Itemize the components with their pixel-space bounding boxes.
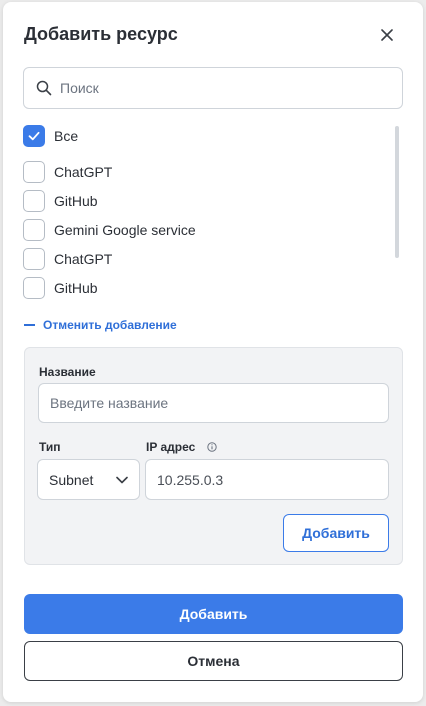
submit-button[interactable]: Добавить	[24, 594, 403, 634]
list-scrollbar[interactable]	[395, 126, 399, 258]
info-icon[interactable]	[206, 442, 217, 452]
search-field[interactable]	[23, 67, 403, 109]
cancel-button[interactable]: Отмена	[24, 641, 403, 681]
type-select[interactable]: Subnet	[37, 459, 140, 500]
dialog-title: Добавить ресурс	[24, 24, 178, 44]
cancel-add-label: Отменить добавление	[43, 318, 177, 332]
form-add-button[interactable]: Добавить	[283, 514, 389, 552]
ip-input[interactable]	[157, 471, 388, 488]
checkbox[interactable]	[23, 190, 45, 212]
checkbox[interactable]	[23, 219, 45, 241]
name-field[interactable]	[38, 383, 389, 423]
chevron-down-icon	[116, 476, 128, 483]
cancel-add-link[interactable]: Отменить добавление	[24, 318, 177, 332]
close-icon	[381, 29, 393, 41]
resource-item-label: GitHub	[54, 280, 98, 296]
resource-item-label: ChatGPT	[54, 164, 113, 180]
resource-item[interactable]: ChatGPT	[23, 247, 112, 271]
ip-label-row: IP адрес	[146, 440, 217, 454]
minus-icon	[24, 324, 35, 326]
add-resource-dialog: Добавить ресурс Все ChatGPT GitHub	[3, 2, 423, 702]
resource-item[interactable]: ChatGPT	[23, 160, 112, 184]
search-input[interactable]	[60, 80, 380, 96]
checkbox[interactable]	[23, 161, 45, 183]
resource-item-label: Все	[54, 128, 79, 144]
close-button[interactable]	[376, 24, 398, 46]
name-label: Название	[39, 365, 96, 379]
checkbox-checked[interactable]	[23, 125, 45, 147]
search-icon	[36, 80, 52, 96]
resource-item[interactable]: GitHub	[23, 276, 98, 300]
checkbox[interactable]	[23, 248, 45, 270]
name-input[interactable]	[50, 395, 388, 411]
resource-item[interactable]: Gemini Google service	[23, 218, 196, 242]
resource-item-label: Gemini Google service	[54, 222, 196, 238]
resource-item-all[interactable]: Все	[23, 124, 78, 148]
resource-item-label: ChatGPT	[54, 251, 113, 267]
resource-item[interactable]: GitHub	[23, 189, 98, 213]
resource-item-label: GitHub	[54, 193, 98, 209]
ip-field[interactable]	[145, 459, 389, 500]
checkbox[interactable]	[23, 277, 45, 299]
checkmark-icon	[28, 131, 40, 141]
new-resource-form: Название Тип IP адрес Subnet Добавить	[24, 347, 403, 565]
type-label: Тип	[39, 440, 61, 454]
ip-label: IP адрес	[146, 440, 196, 454]
type-select-value: Subnet	[49, 471, 94, 488]
